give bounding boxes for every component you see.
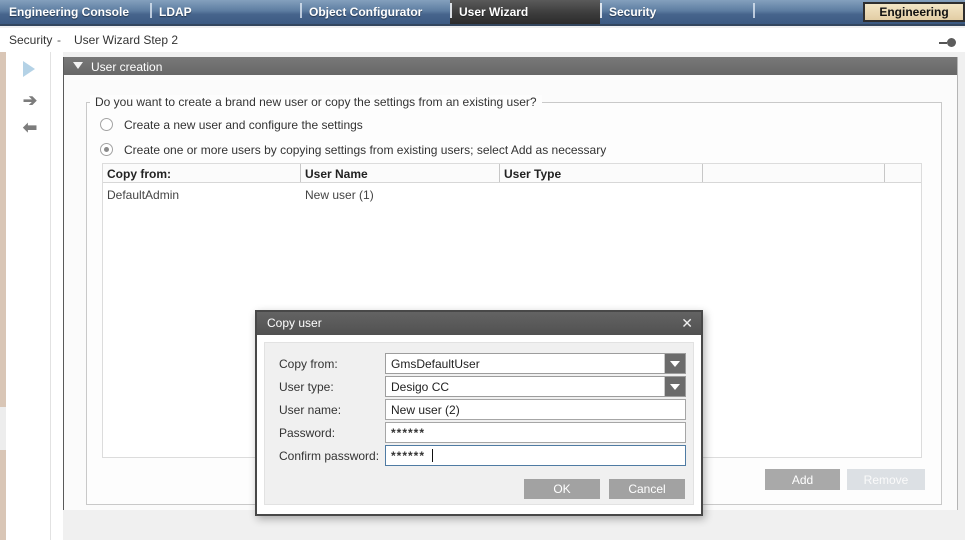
user-name-input[interactable] xyxy=(385,399,686,420)
groupbox-question: Do you want to create a brand new user o… xyxy=(90,95,542,109)
user-name-label: User name: xyxy=(279,403,341,417)
confirm-password-label: Confirm password: xyxy=(279,449,379,463)
breadcrumb: Security - User Wizard Step 2 xyxy=(0,28,965,52)
add-button[interactable]: Add xyxy=(765,469,840,490)
cell-copy-from: DefaultAdmin xyxy=(103,183,301,205)
tab-engineering-console[interactable]: Engineering Console xyxy=(0,0,150,24)
ok-button[interactable]: OK xyxy=(524,479,600,499)
user-type-dropdown[interactable]: Desigo CC xyxy=(385,376,686,397)
engineering-mode-button[interactable]: Engineering xyxy=(863,2,965,22)
form-row-user-name: User name: xyxy=(265,399,693,420)
password-label: Password: xyxy=(279,426,335,440)
dialog-title: Copy user xyxy=(267,316,322,330)
left-sidebar: ➔ ⬅ xyxy=(0,52,63,540)
form-row-password: Password: xyxy=(265,422,693,443)
table-header-row: Copy from: User Name User Type xyxy=(103,164,921,183)
form-row-copy-from: Copy from: GmsDefaultUser xyxy=(265,353,693,374)
cell-user-type xyxy=(500,183,703,205)
section-title: User creation xyxy=(91,60,162,74)
breadcrumb-root[interactable]: Security xyxy=(9,33,52,47)
column-filler xyxy=(885,164,921,182)
cancel-button[interactable]: Cancel xyxy=(609,479,685,499)
arrow-right-icon[interactable]: ➔ xyxy=(18,94,42,108)
text-caret xyxy=(432,449,433,462)
tab-user-wizard[interactable]: User Wizard xyxy=(450,0,600,24)
copy-user-dialog: Copy user ✕ Copy from: GmsDefaultUser Us… xyxy=(255,310,703,516)
chevron-down-icon[interactable] xyxy=(664,377,685,396)
column-user-type[interactable]: User Type xyxy=(500,164,703,182)
remove-button[interactable]: Remove xyxy=(847,469,925,490)
sidebar-divider xyxy=(50,52,51,540)
dialog-form-panel: Copy from: GmsDefaultUser User type: Des… xyxy=(264,342,694,505)
close-icon[interactable]: ✕ xyxy=(681,315,693,332)
tab-object-configurator[interactable]: Object Configurator xyxy=(300,0,450,24)
column-copy-from[interactable]: Copy from: xyxy=(103,164,301,182)
collapsed-panel-edge-thumb xyxy=(0,407,6,450)
breadcrumb-separator: - xyxy=(57,33,61,47)
radio-icon[interactable] xyxy=(100,118,113,131)
tab-separator xyxy=(753,3,755,18)
user-type-label: User type: xyxy=(279,380,334,394)
dialog-title-bar[interactable]: Copy user ✕ xyxy=(257,312,701,335)
chevron-down-icon[interactable] xyxy=(664,354,685,373)
tab-security[interactable]: Security xyxy=(600,0,750,24)
radio-icon-selected[interactable] xyxy=(100,143,113,156)
column-empty[interactable] xyxy=(703,164,885,182)
breadcrumb-current: User Wizard Step 2 xyxy=(74,33,178,47)
copy-from-dropdown[interactable]: GmsDefaultUser xyxy=(385,353,686,374)
play-icon[interactable] xyxy=(23,61,35,77)
column-user-name[interactable]: User Name xyxy=(301,164,500,182)
copy-from-label: Copy from: xyxy=(279,357,338,371)
confirm-password-input[interactable] xyxy=(385,445,686,466)
top-tab-bar: Engineering Console LDAP Object Configur… xyxy=(0,0,965,26)
arrow-left-icon[interactable]: ⬅ xyxy=(18,121,42,135)
form-row-user-type: User type: Desigo CC xyxy=(265,376,693,397)
tab-ldap[interactable]: LDAP xyxy=(150,0,300,24)
pin-icon[interactable] xyxy=(939,38,956,47)
cell-user-name: New user (1) xyxy=(301,183,500,205)
collapse-triangle-icon xyxy=(73,62,83,69)
collapsed-panel-edge[interactable] xyxy=(0,52,6,540)
user-creation-section-header[interactable]: User creation xyxy=(64,57,957,75)
password-input[interactable] xyxy=(385,422,686,443)
form-row-confirm-password: Confirm password: xyxy=(265,445,693,466)
table-row[interactable]: DefaultAdmin New user (1) xyxy=(103,183,921,205)
